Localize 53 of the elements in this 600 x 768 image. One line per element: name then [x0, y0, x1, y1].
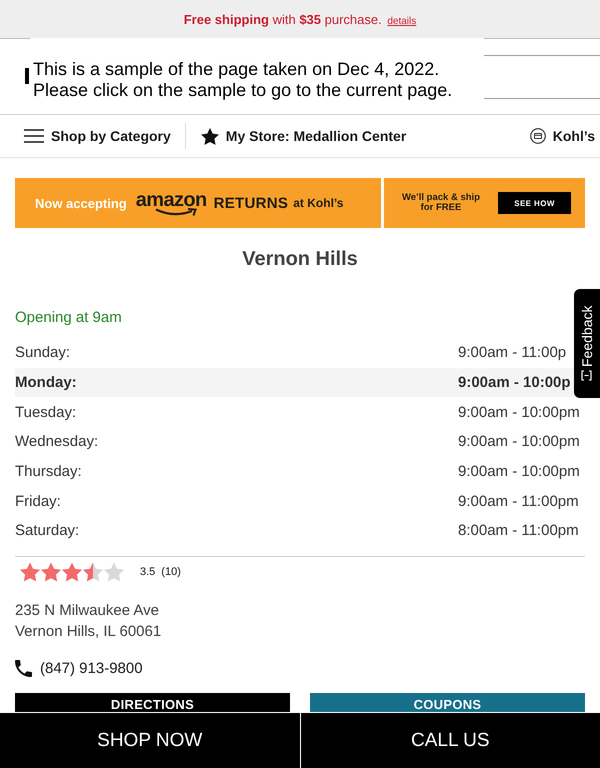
hours-text: 9:00am - 10:00pm — [458, 433, 581, 450]
details-link[interactable]: details — [387, 16, 416, 26]
menu-icon — [24, 129, 44, 143]
store-name: Vernon Hills — [241, 247, 359, 272]
banner-note: We’ll pack & ship for FREE — [401, 192, 481, 214]
address-line: Vernon Hills, IL 60061 — [15, 622, 162, 642]
banner-lead-text: Now accepting — [35, 196, 127, 210]
address-line: 235 N Milwaukee Ave — [15, 600, 160, 621]
hours-text: 9:00am - 10:00p — [458, 374, 572, 392]
sample-notice-text[interactable]: This is a sample of the page taken on Dec 4, 2022. Please click on the sample to go to the current page. — [33, 59, 484, 101]
nav-link[interactable]: Kohl’s — [530, 128, 600, 144]
text-cursor-icon — [25, 68, 29, 84]
nav-link[interactable]: My Store: Medallion Center — [186, 128, 406, 144]
bottom-bar-button[interactable]: CALL US — [300, 713, 600, 768]
smile-arrow-icon — [154, 208, 199, 216]
see-how-button[interactable]: SEE HOW — [498, 192, 571, 214]
banner-headline: RETURNS — [214, 194, 288, 212]
hours-text: 9:00am - 10:00pm — [458, 404, 581, 421]
review-count: (10) — [161, 566, 181, 578]
day-label: Thursday: — [15, 463, 83, 480]
star-icon — [104, 562, 124, 582]
banner-panel[interactable]: We’ll pack & ship for FREE SEE HOW — [384, 178, 585, 228]
bottom-bar-button[interactable]: SHOP NOW — [0, 713, 300, 768]
rating-score: 3.5 — [140, 566, 156, 578]
store-status: Opening at 9am — [15, 308, 123, 328]
promo-text: Free shipping with $35 purchase. details — [184, 12, 416, 26]
day-label: Wednesday: — [15, 433, 100, 450]
day-label: Monday: — [15, 374, 78, 392]
collapse-icon — [582, 370, 592, 382]
day-label: Sunday: — [15, 344, 72, 362]
star-icon — [200, 128, 219, 144]
star-icon — [20, 562, 40, 582]
phone-icon — [15, 660, 32, 678]
nav-link[interactable]: Shop by Category — [0, 128, 185, 144]
feedback-tab[interactable]: Feedback — [574, 289, 600, 398]
day-label: Tuesday: — [15, 404, 78, 421]
day-label: Saturday: — [15, 522, 80, 540]
hours-text: 9:00am - 11:00p — [458, 344, 568, 362]
banner-suffix: at Kohl’s — [293, 196, 344, 210]
day-label: Friday: — [15, 492, 62, 510]
banner-panel[interactable]: Now accepting amazon RETURNS at Kohl’s — [15, 178, 381, 228]
action-button[interactable]: COUPONS — [310, 692, 585, 712]
star-icon — [62, 562, 82, 582]
star-icon — [83, 562, 103, 582]
logo-wordmark: amazon — [136, 190, 207, 210]
hours-text: 9:00am - 10:00pm — [458, 463, 581, 480]
search-field[interactable] — [484, 55, 600, 99]
phone-number[interactable]: (847) 913-9800 — [40, 660, 143, 678]
star-icon — [41, 562, 61, 582]
card-icon — [530, 128, 546, 144]
hours-text: 9:00am - 11:00pm — [458, 492, 580, 510]
action-button[interactable]: DIRECTIONS — [15, 692, 290, 712]
hours-text: 8:00am - 11:00pm — [458, 522, 580, 540]
